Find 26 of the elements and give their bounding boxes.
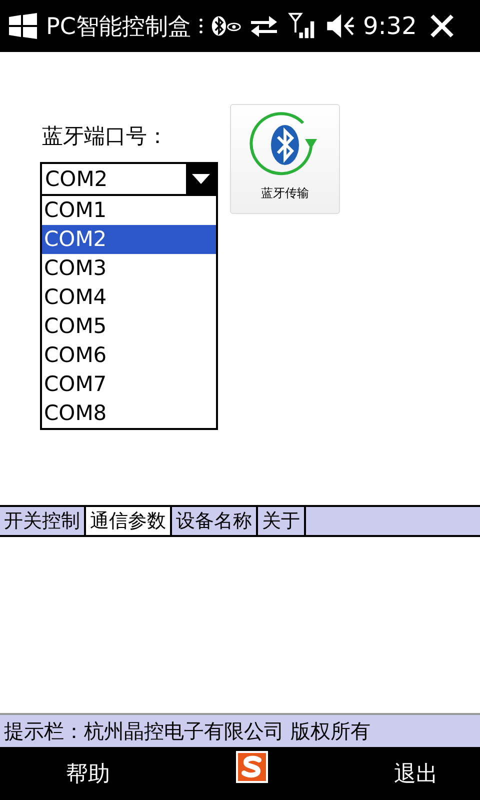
tab[interactable]: 通信参数 [86, 507, 172, 535]
speaker-muted-icon[interactable] [324, 12, 355, 40]
dropdown-option[interactable]: COM4 [42, 283, 216, 312]
dropdown-option[interactable]: COM1 [42, 196, 216, 225]
input-method-icon[interactable] [236, 750, 268, 782]
dropdown-option[interactable]: COM3 [42, 254, 216, 283]
tab[interactable]: 设备名称 [172, 507, 258, 535]
tab[interactable]: 关于 [258, 507, 306, 535]
caret-icon[interactable] [186, 164, 216, 194]
close-icon[interactable] [428, 13, 455, 39]
help-button[interactable]: 帮助 [64, 754, 112, 792]
clock-time: 9:32 [362, 12, 417, 40]
port-label: 蓝牙端口号： [42, 123, 169, 150]
dropdown-option[interactable]: COM8 [42, 399, 216, 428]
dropdown-option[interactable]: COM5 [42, 312, 216, 341]
dropdown-option[interactable]: COM7 [42, 370, 216, 399]
hint-bar: 提示栏：杭州晶控电子有限公司 版权所有 [0, 713, 480, 747]
dropdown-option[interactable]: COM6 [42, 341, 216, 370]
signal-icon[interactable] [286, 12, 317, 40]
windows-logo-icon[interactable] [8, 12, 38, 40]
port-dropdown[interactable]: COM2 [40, 162, 218, 196]
window-title: PC智能控制盒 [46, 12, 191, 42]
exit-button[interactable]: 退出 [392, 754, 440, 792]
dropdown-option[interactable]: COM2 [42, 225, 216, 254]
separator-icon [198, 16, 203, 36]
bluetooth-transfer-button[interactable]: 蓝牙传输 [230, 104, 340, 214]
